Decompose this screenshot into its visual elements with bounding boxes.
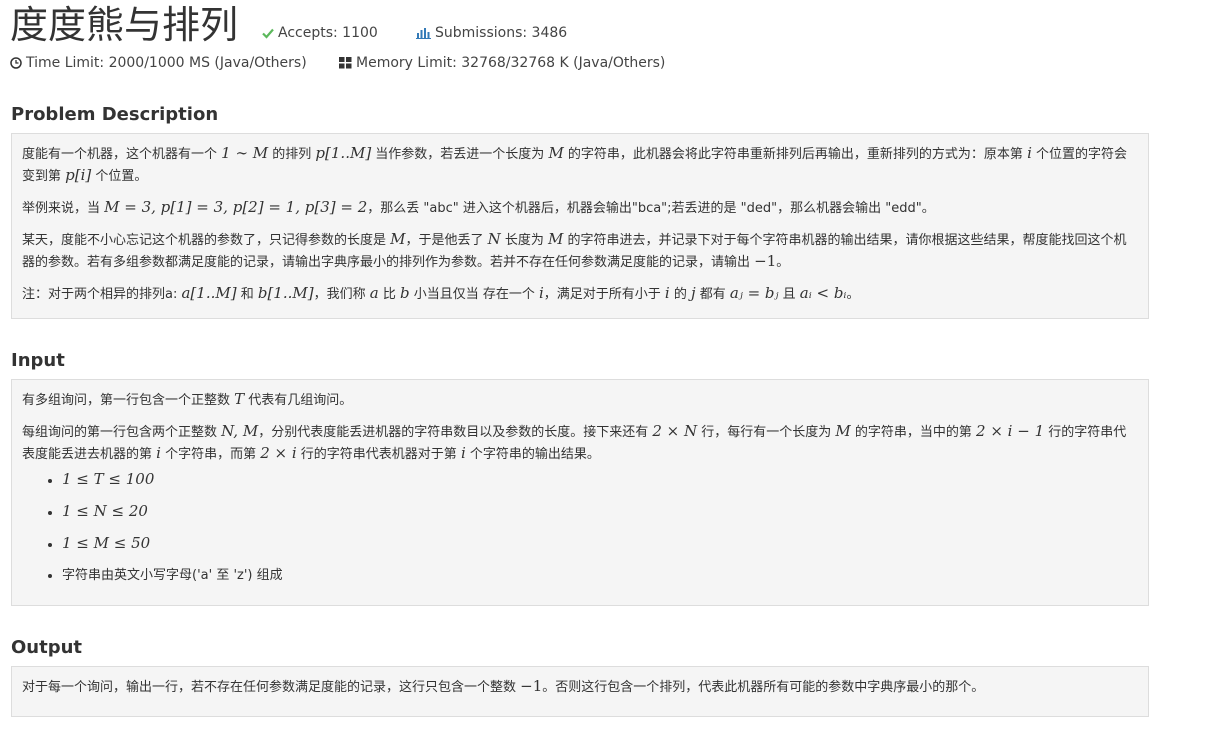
list-item: 1 ≤ N ≤ 20 (62, 501, 1138, 523)
memory-limit-label: Memory Limit: 32768/32768 K (Java/Others… (356, 55, 666, 71)
input-paragraph: 有多组询问，第一行包含一个正整数 T 代表有几组询问。 (22, 390, 353, 408)
clock-icon (10, 56, 22, 74)
output-paragraph: 对于每一个询问，输出一行，若不存在任何参数满足度能的记录，这行只包含一个整数 −… (22, 677, 985, 695)
list-item: 1 ≤ M ≤ 50 (62, 533, 1138, 555)
description-paragraph: 注：对于两个相异的排列a: a[1..M] 和 b[1..M]，我们称 a 比 … (22, 284, 860, 302)
constraints-list: 1 ≤ T ≤ 100 1 ≤ N ≤ 20 1 ≤ M ≤ 50 字符串由英文… (22, 469, 1138, 586)
description-box: 度能有一个机器，这个机器有一个 1 ∼ M 的排列 p[1..M] 当作参数，若… (11, 133, 1149, 319)
bar-chart-icon (416, 26, 431, 44)
input-box: 有多组询问，第一行包含一个正整数 T 代表有几组询问。 每组询问的第一行包含两个… (11, 379, 1149, 606)
list-item: 1 ≤ T ≤ 100 (62, 469, 1138, 491)
description-heading: Problem Description (11, 104, 219, 125)
input-paragraph: 每组询问的第一行包含两个正整数 N, M，分别代表度能丢进机器的字符串数目以及参… (22, 422, 1127, 462)
description-paragraph: 某天，度能不小心忘记这个机器的参数了，只记得参数的长度是 M，于是他丢了 N 长… (22, 230, 1127, 270)
list-item: 字符串由英文小写字母('a' 至 'z') 组成 (62, 565, 1138, 586)
problem-title: 度度熊与排列 (10, 3, 239, 47)
grid-icon (339, 56, 352, 74)
submissions-label: Submissions: 3486 (435, 25, 568, 41)
memory-limit: Memory Limit: 32768/32768 K (Java/Others… (339, 54, 665, 74)
time-limit-label: Time Limit: 2000/1000 MS (Java/Others) (26, 55, 307, 71)
description-paragraph: 举例来说，当 M = 3, p[1] = 3, p[2] = 1, p[3] =… (22, 198, 935, 216)
time-limit: Time Limit: 2000/1000 MS (Java/Others) (10, 54, 307, 74)
accepts-stat: Accepts: 1100 (262, 24, 378, 44)
input-heading: Input (11, 350, 65, 371)
description-paragraph: 度能有一个机器，这个机器有一个 1 ∼ M 的排列 p[1..M] 当作参数，若… (22, 144, 1128, 184)
check-icon (262, 26, 274, 44)
output-heading: Output (11, 637, 83, 658)
accepts-label: Accepts: 1100 (278, 25, 378, 41)
submissions-stat: Submissions: 3486 (416, 24, 567, 44)
output-box: 对于每一个询问，输出一行，若不存在任何参数满足度能的记录，这行只包含一个整数 −… (11, 666, 1149, 717)
